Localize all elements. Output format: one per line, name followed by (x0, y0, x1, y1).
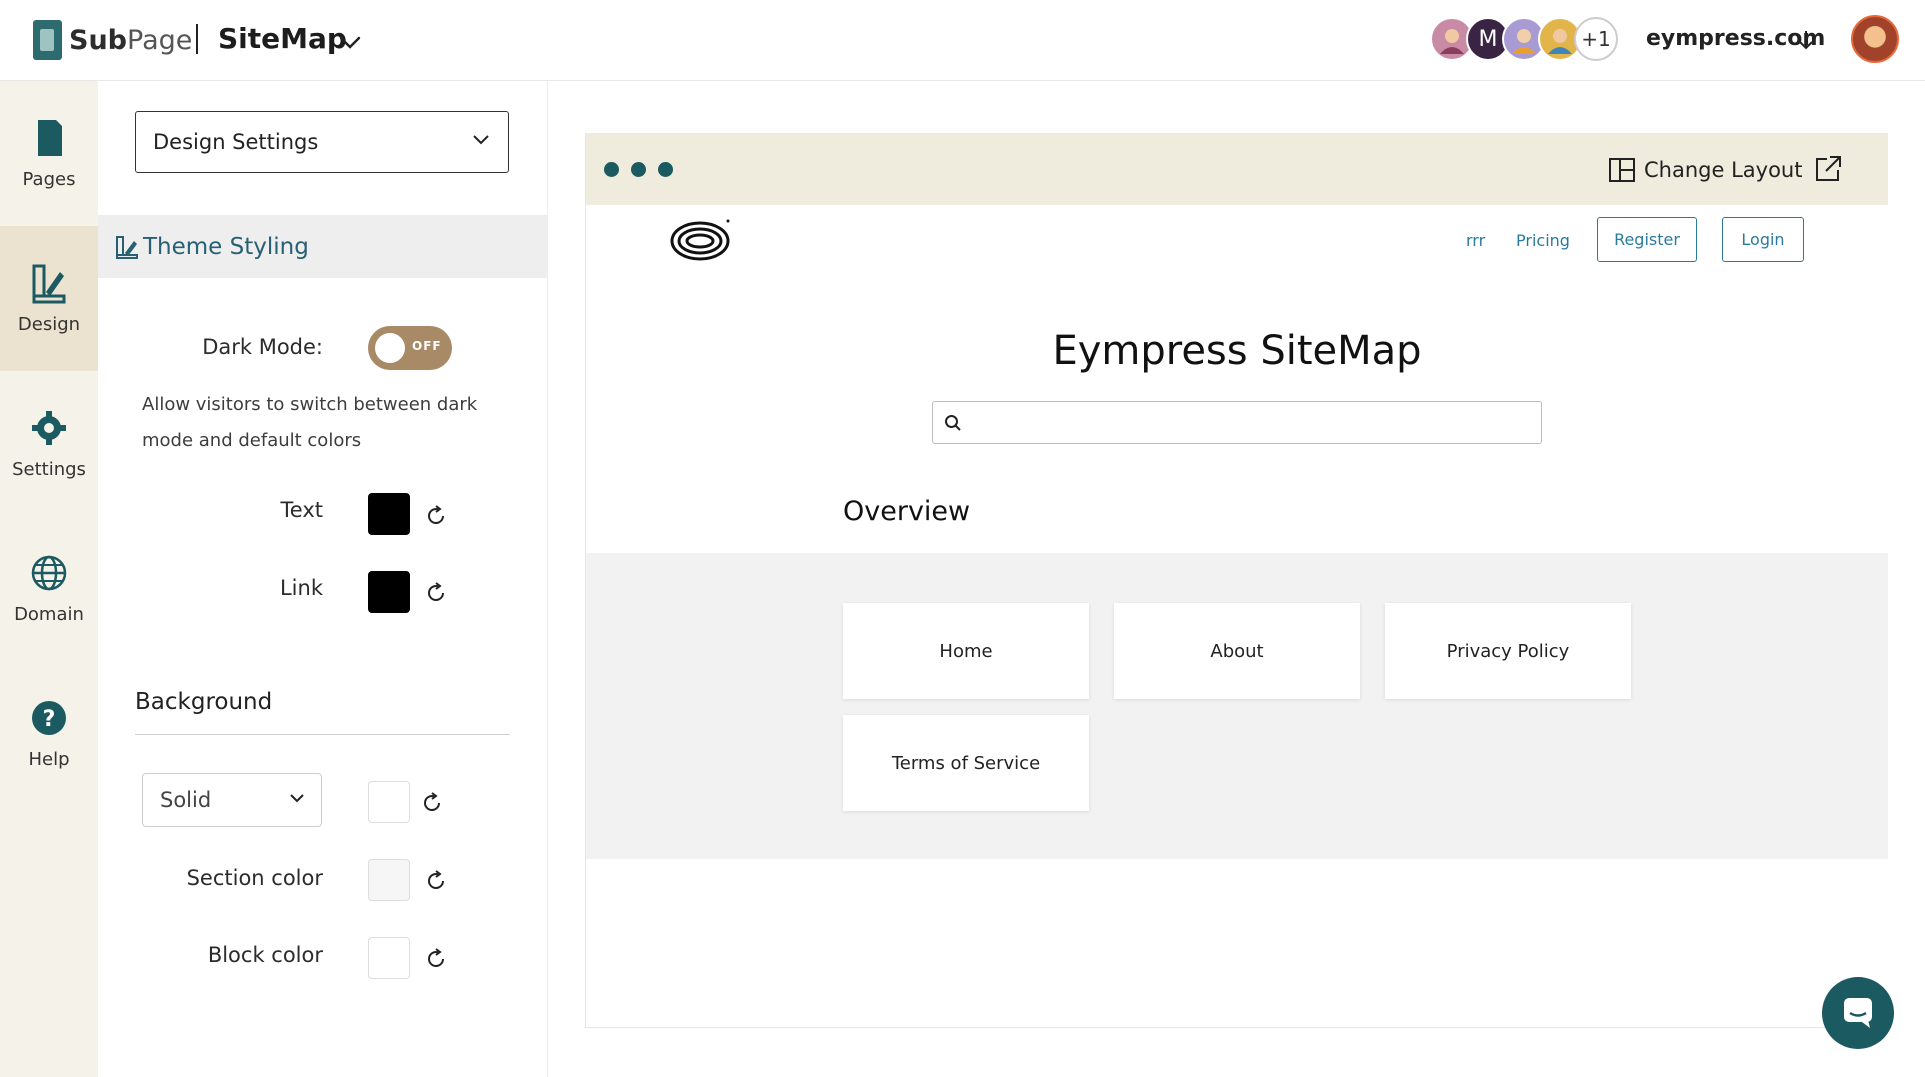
page-card-terms-of-service[interactable]: Terms of Service (843, 715, 1089, 811)
page-icon (38, 120, 62, 156)
theme-styling-header[interactable]: Theme Styling (98, 215, 548, 278)
globe-icon (31, 555, 67, 591)
sidebar-item-label: Domain (14, 604, 84, 625)
dark-mode-help: Allow visitors to switch between dark mo… (142, 394, 478, 451)
background-type-select[interactable]: Solid (142, 773, 322, 827)
site-title[interactable]: SiteMap (218, 22, 347, 55)
page-card-about[interactable]: About (1114, 603, 1360, 699)
site-preview: Change Layout rrr Pricing Register Login… (585, 133, 1888, 1028)
chevron-down-icon (473, 135, 489, 145)
pages-grid: Home About Privacy Policy Terms of Servi… (586, 553, 1888, 859)
site-logo-icon[interactable] (670, 217, 732, 261)
brand-sub-text: Sub (69, 24, 127, 56)
reset-icon[interactable] (420, 791, 444, 815)
section-color-swatch[interactable] (368, 859, 410, 901)
toggle-state: OFF (412, 339, 442, 353)
reset-icon[interactable] (424, 869, 448, 893)
chevron-down-icon[interactable] (338, 30, 362, 54)
login-button[interactable]: Login (1722, 217, 1804, 262)
sitemap-title: Eympress SiteMap (1052, 328, 1422, 374)
window-dot (604, 162, 619, 177)
sidebar-item-help[interactable]: ? Help (0, 661, 98, 806)
sidebar-item-label: Settings (12, 459, 86, 480)
design-settings-panel: Design Settings Theme Styling Dark Mode:… (98, 81, 548, 1077)
sidebar-item-label: Design (17, 314, 81, 335)
background-title: Background (135, 689, 273, 715)
nav-link-pricing[interactable]: Pricing (1516, 231, 1570, 250)
overview-heading: Overview (843, 496, 971, 527)
help-icon: ? (32, 701, 66, 735)
arrow-down-icon[interactable] (1796, 28, 1816, 52)
change-layout-button[interactable]: Change Layout (1608, 157, 1802, 183)
background-type-value: Solid (160, 788, 212, 812)
text-color-label: Text (280, 498, 323, 522)
settings-dropdown[interactable]: Design Settings (135, 111, 509, 173)
text-color-swatch[interactable] (368, 493, 410, 535)
chevron-down-icon (290, 794, 304, 803)
more-collaborators-badge[interactable]: +1 (1574, 17, 1618, 61)
link-color-swatch[interactable] (368, 571, 410, 613)
preview-toolbar: Change Layout (586, 133, 1888, 205)
background-color-swatch[interactable] (368, 781, 410, 823)
search-icon (945, 415, 961, 431)
sidebar-item-settings[interactable]: Settings (0, 371, 98, 516)
brand-logo[interactable]: Sub Page (33, 20, 192, 60)
external-link-icon[interactable] (1813, 154, 1843, 184)
sidebar-item-label: Help (28, 749, 70, 770)
block-color-label: Block color (207, 943, 323, 967)
sidebar-item-design[interactable]: Design (0, 226, 98, 371)
chat-support-button[interactable] (1822, 977, 1894, 1049)
svg-text:?: ? (43, 707, 56, 732)
sidebar-item-pages[interactable]: Pages (0, 81, 98, 226)
top-bar: Sub Page SiteMap M +1 eympress.com (0, 0, 1925, 81)
divider (135, 734, 510, 735)
title-divider (196, 24, 198, 54)
design-icon (32, 264, 66, 304)
chat-icon (1844, 998, 1872, 1028)
toggle-knob (375, 333, 405, 363)
layout-icon (1609, 158, 1635, 182)
subpage-logo-icon (33, 20, 62, 60)
dark-mode-label: Dark Mode: (202, 335, 323, 359)
window-dot (631, 162, 646, 177)
preview-canvas: Change Layout rrr Pricing Register Login… (548, 81, 1925, 1077)
sitemap-search-input[interactable] (932, 401, 1542, 444)
register-button[interactable]: Register (1597, 217, 1697, 262)
page-card-privacy-policy[interactable]: Privacy Policy (1385, 603, 1631, 699)
page-card-home[interactable]: Home (843, 603, 1089, 699)
settings-dropdown-value: Design Settings (153, 130, 319, 154)
brand-page-text: Page (127, 24, 193, 56)
user-avatar[interactable] (1851, 15, 1899, 63)
reset-icon[interactable] (424, 947, 448, 971)
window-dot (658, 162, 673, 177)
nav-link-rrr[interactable]: rrr (1466, 231, 1485, 250)
sidebar-item-label: Pages (22, 169, 76, 190)
sidebar-item-domain[interactable]: Domain (0, 516, 98, 661)
section-title: Theme Styling (143, 233, 309, 260)
reset-icon[interactable] (424, 504, 448, 528)
dark-mode-toggle[interactable]: OFF (368, 326, 452, 370)
design-icon (116, 235, 138, 259)
reset-icon[interactable] (424, 581, 448, 605)
collaborator-avatars[interactable]: M +1 (1430, 17, 1618, 61)
section-color-label: Section color (186, 866, 323, 890)
change-layout-label: Change Layout (1644, 158, 1803, 182)
link-color-label: Link (279, 576, 323, 600)
sidebar-nav: Pages Design Settings Domain ? Help (0, 81, 98, 1077)
block-color-swatch[interactable] (368, 937, 410, 979)
gear-icon (32, 411, 66, 445)
avatar-initial: M (1478, 26, 1498, 52)
